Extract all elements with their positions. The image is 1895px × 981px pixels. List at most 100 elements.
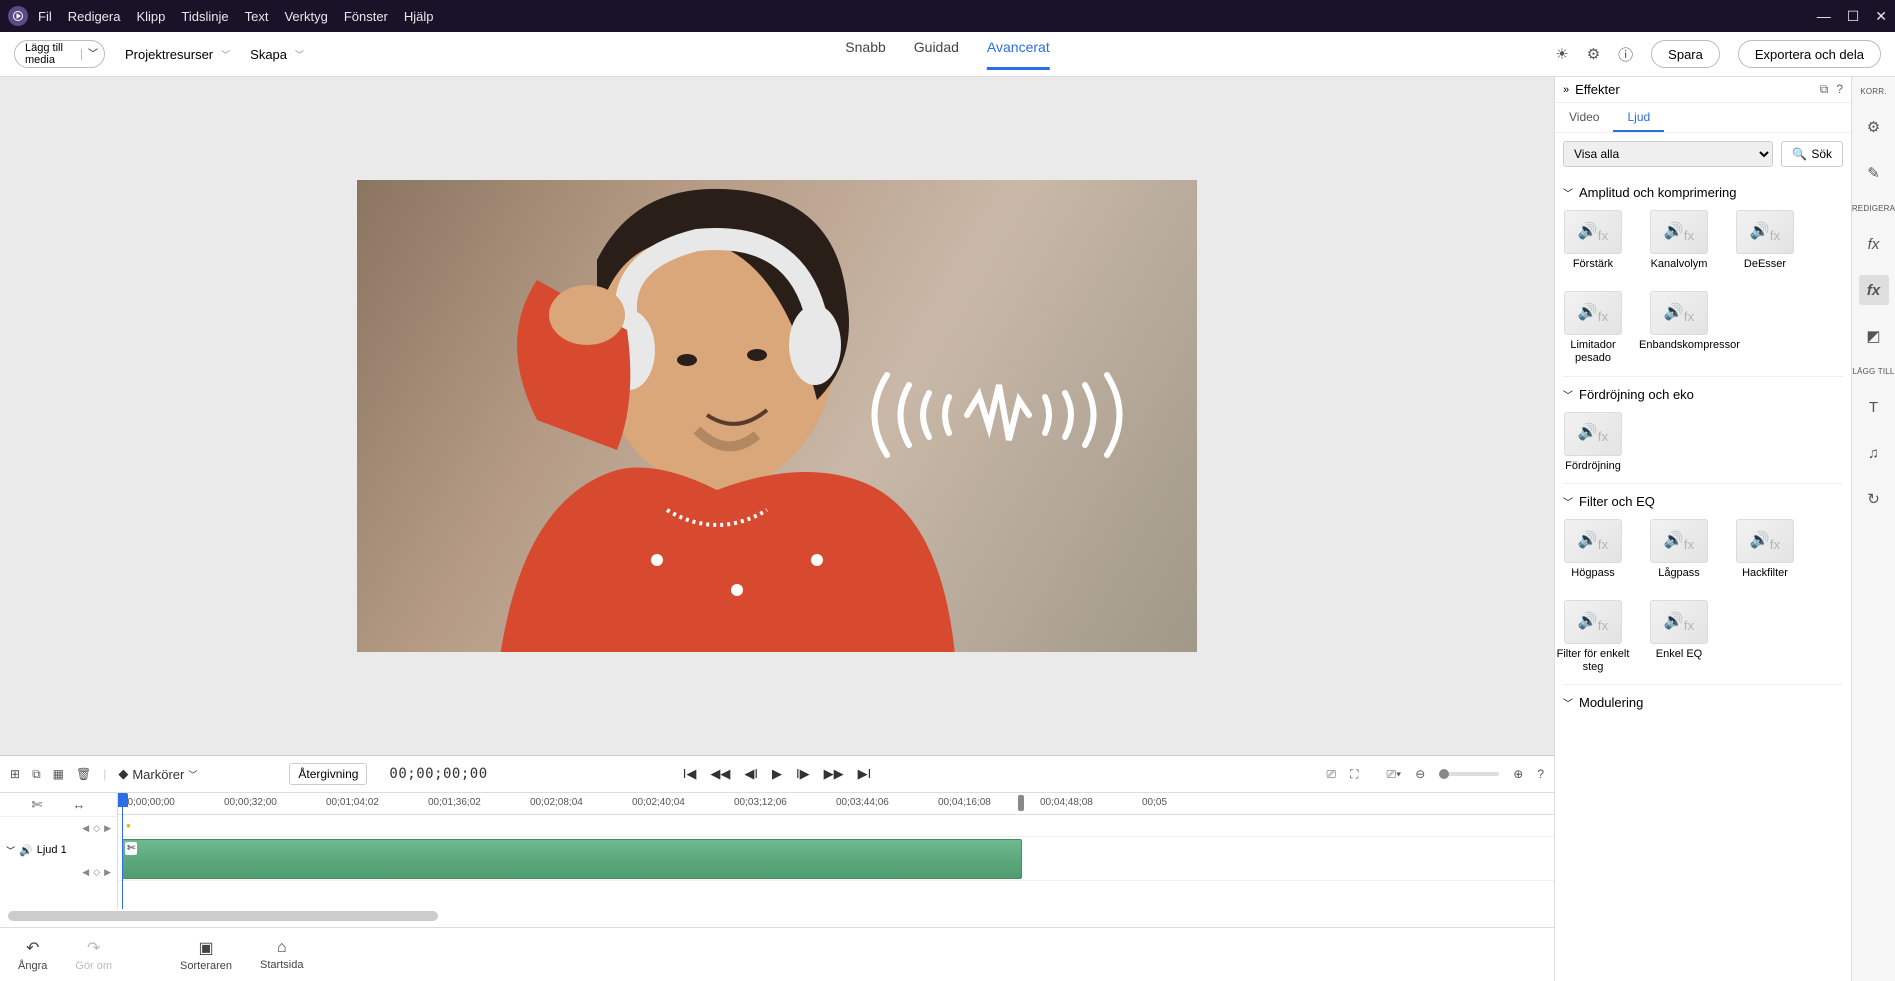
effect-delay[interactable]: 🔊fxFördröjning — [1563, 412, 1623, 473]
speaker-icon[interactable]: 🔊 — [19, 844, 33, 857]
fx-small-icon[interactable]: fx — [1859, 229, 1889, 259]
stretch-tool-icon[interactable]: ↔ — [72, 797, 85, 812]
export-share-button[interactable]: Exportera och dela — [1738, 40, 1881, 68]
work-area-end-handle[interactable] — [1018, 795, 1024, 811]
go-start-icon[interactable]: I◀ — [683, 766, 697, 782]
step-forward-icon[interactable]: I▶ — [796, 766, 810, 782]
home-button[interactable]: ⌂ Startsida — [260, 939, 303, 971]
monitor-icon[interactable]: ⎚ — [1327, 767, 1337, 782]
subtab-video[interactable]: Video — [1555, 103, 1613, 132]
settings-icon[interactable]: ⚙ — [1587, 45, 1600, 63]
subtab-audio[interactable]: Ljud — [1613, 103, 1664, 132]
playhead[interactable] — [122, 793, 123, 909]
duplicate-icon[interactable]: ⧉ — [32, 767, 41, 782]
help-icon[interactable]: ? — [1836, 82, 1843, 97]
redo-button[interactable]: ↷ Gör om — [75, 938, 112, 972]
tab-quick[interactable]: Snabb — [845, 39, 885, 70]
effect-search-button[interactable]: 🔍 Sök — [1781, 141, 1843, 167]
zoom-in-icon[interactable]: ⊕ — [1513, 767, 1523, 781]
add-track-icon[interactable]: ⊞ — [10, 767, 20, 781]
effect-filter-select[interactable]: Visa alla — [1563, 141, 1773, 167]
grid-icon[interactable]: ▦ — [53, 767, 64, 781]
ruler-tick: 00;00;32;00 — [224, 797, 277, 808]
effect-deesser[interactable]: 🔊fxDeEsser — [1735, 210, 1795, 271]
save-button[interactable]: Spara — [1651, 40, 1720, 68]
category-header-amplitude[interactable]: ﹀ Amplitud och komprimering — [1563, 181, 1843, 204]
track-next-icon[interactable]: ▶ — [104, 823, 111, 834]
render-button[interactable]: Återgivning — [289, 763, 367, 785]
brightness-icon[interactable]: ☀ — [1555, 45, 1568, 63]
video-preview[interactable] — [357, 180, 1197, 652]
scrollbar-track[interactable] — [8, 911, 438, 921]
scrollbar-thumb[interactable] — [8, 911, 438, 921]
menu-help[interactable]: Hjälp — [404, 9, 434, 24]
next-frame-icon[interactable]: ▶▶ — [824, 766, 844, 782]
markers-dropdown[interactable]: ◆ Markörer ﹀ — [118, 766, 197, 782]
category-header-filtereq[interactable]: ﹀ Filter och EQ — [1563, 490, 1843, 513]
effect-amplify[interactable]: 🔊fxFörstärk — [1563, 210, 1623, 271]
time-ruler[interactable]: 00;00;00;00 00;00;32;00 00;01;04;02 00;0… — [118, 793, 1554, 815]
track-prev-icon[interactable]: ◀ — [82, 867, 89, 878]
project-assets-dropdown[interactable]: Projektresurser ﹀ — [125, 47, 230, 62]
effect-simplestep[interactable]: 🔊fxFilter för enkelt steg — [1563, 600, 1623, 674]
menu-tools[interactable]: Verktyg — [284, 9, 327, 24]
timecode-display[interactable]: 00;00;00;00 — [389, 766, 487, 782]
zoom-slider[interactable] — [1439, 772, 1499, 776]
effect-lowpass[interactable]: 🔊fxLågpass — [1649, 519, 1709, 580]
menu-clip[interactable]: Klipp — [136, 9, 165, 24]
marker-row[interactable]: ● — [118, 815, 1554, 837]
minimize-icon[interactable]: — — [1817, 8, 1831, 25]
main-toolbar: Lägg till media ﹀ Projektresurser ﹀ Skap… — [0, 32, 1895, 77]
maximize-icon[interactable]: ☐ — [1847, 8, 1860, 25]
step-back-icon[interactable]: ◀I — [744, 766, 758, 782]
tab-guided[interactable]: Guidad — [914, 39, 959, 70]
effect-hardlimiter[interactable]: 🔊fxLimitador pesado — [1563, 291, 1623, 365]
effect-channelvolume[interactable]: 🔊fxKanalvolym — [1649, 210, 1709, 271]
fullscreen-icon[interactable]: ⛶ — [1350, 767, 1358, 782]
create-dropdown[interactable]: Skapa ﹀ — [250, 47, 304, 62]
menu-window[interactable]: Fönster — [344, 9, 388, 24]
info-icon[interactable]: ⓘ — [1618, 44, 1633, 65]
trash-icon[interactable]: 🗑 — [76, 767, 91, 781]
contrast-icon[interactable]: ◩ — [1859, 321, 1889, 351]
fit-icon[interactable]: ⎚▾ — [1387, 767, 1402, 782]
effect-simpleeq[interactable]: 🔊fxEnkel EQ — [1649, 600, 1709, 674]
menu-timeline[interactable]: Tidslinje — [181, 9, 228, 24]
audio-track-row[interactable]: ✄ — [118, 837, 1554, 881]
text-icon[interactable]: T — [1859, 392, 1889, 422]
prev-frame-icon[interactable]: ◀◀ — [710, 766, 730, 782]
menu-file[interactable]: Fil — [38, 9, 52, 24]
play-icon[interactable]: ▶ — [772, 766, 782, 782]
track-add-icon[interactable]: ◇ — [93, 867, 100, 878]
close-icon[interactable]: ✕ — [1875, 8, 1887, 25]
tab-advanced[interactable]: Avancerat — [987, 39, 1050, 70]
effect-highpass[interactable]: 🔊fxHögpass — [1563, 519, 1623, 580]
bookmark-icon[interactable]: ⧉ — [1820, 82, 1829, 97]
audio-clip[interactable]: ✄ — [122, 839, 1022, 879]
track-next-icon[interactable]: ▶ — [104, 867, 111, 878]
menu-text[interactable]: Text — [245, 9, 269, 24]
menu-edit[interactable]: Redigera — [68, 9, 121, 24]
adjust-icon[interactable]: ⚙ — [1859, 112, 1889, 142]
go-end-icon[interactable]: ▶I — [858, 766, 872, 782]
audio-track-header[interactable]: ﹀ 🔊 Ljud 1 — [0, 839, 117, 861]
zoom-out-icon[interactable]: ⊖ — [1415, 767, 1425, 781]
razor-tool-icon[interactable]: ✄ — [32, 797, 43, 813]
history-icon[interactable]: ↻ — [1859, 484, 1889, 514]
effect-singleband[interactable]: 🔊fxEnbandskompressor — [1649, 291, 1709, 365]
tools-icon[interactable]: ✎ — [1859, 158, 1889, 188]
add-media-button[interactable]: Lägg till media ﹀ — [14, 40, 105, 68]
category-header-delay[interactable]: ﹀ Fördröjning och eko — [1563, 383, 1843, 406]
fx-icon[interactable]: fx — [1859, 275, 1889, 305]
collapse-icon[interactable]: » — [1563, 84, 1569, 96]
category-header-modulation[interactable]: ﹀ Modulering — [1563, 691, 1843, 714]
track-add-icon[interactable]: ◇ — [93, 823, 100, 834]
effect-notch[interactable]: 🔊fxHackfilter — [1735, 519, 1795, 580]
timeline-tracks[interactable]: 00;00;00;00 00;00;32;00 00;01;04;02 00;0… — [118, 793, 1554, 909]
organizer-button[interactable]: ▣ Sorteraren — [180, 938, 232, 972]
effects-list[interactable]: ﹀ Amplitud och komprimering 🔊fxFörstärk … — [1555, 175, 1851, 981]
undo-button[interactable]: ↶ Ångra — [18, 938, 47, 972]
track-prev-icon[interactable]: ◀ — [82, 823, 89, 834]
help-icon[interactable]: ? — [1537, 767, 1544, 781]
music-icon[interactable]: ♫ — [1859, 438, 1889, 468]
